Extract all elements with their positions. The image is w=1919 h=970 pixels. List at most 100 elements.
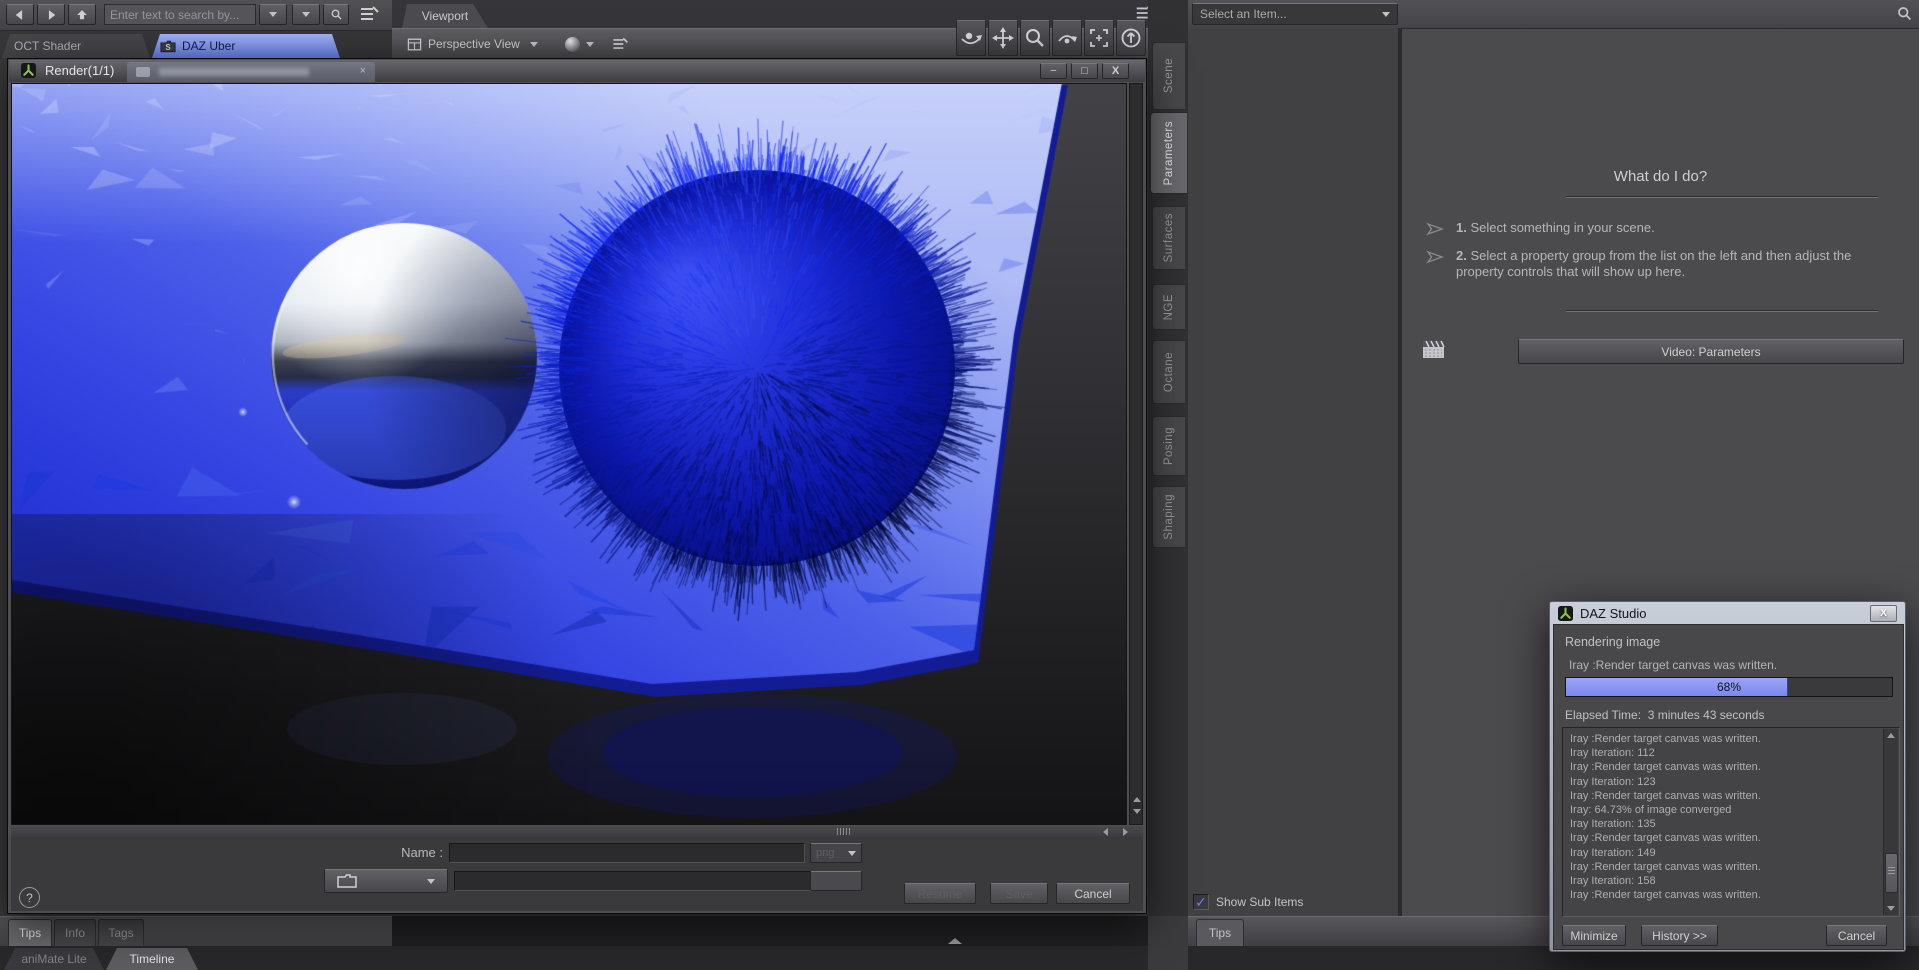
render-name-input[interactable]	[449, 843, 805, 863]
search-input[interactable]	[104, 4, 256, 25]
pane-collapse-handle[interactable]	[948, 938, 962, 944]
image-vscrollbar[interactable]	[1129, 83, 1143, 825]
dialog-history-button[interactable]: History >>	[1641, 925, 1718, 946]
ghost-tab-icon	[136, 67, 150, 77]
view-selector[interactable]: Perspective View	[400, 32, 550, 56]
tab-oct-shader[interactable]: OCT Shader	[2, 34, 150, 58]
folder-browse-button[interactable]	[324, 869, 448, 893]
show-sub-items-label: Show Sub Items	[1216, 895, 1304, 909]
browse-secondary-button[interactable]	[810, 871, 862, 891]
close-icon: X	[1111, 65, 1120, 77]
help-button[interactable]: ?	[19, 887, 40, 908]
tab-tags[interactable]: Tags	[98, 919, 144, 946]
progress-dialog: DAZ Studio X Rendering image Iray :Rende…	[1549, 601, 1906, 952]
item-selector[interactable]: Select an Item...	[1192, 3, 1398, 25]
pane-search-icon[interactable]	[1896, 5, 1913, 22]
pan-tool-button[interactable]	[988, 20, 1018, 56]
vscroll-down-arrow[interactable]	[1133, 809, 1141, 814]
pane-options-icon[interactable]	[358, 3, 380, 25]
vscroll-up-arrow[interactable]	[1133, 797, 1141, 802]
daz-studio-app: OCT Shader S DAZ Uber Viewport Perspecti…	[0, 0, 1919, 970]
side-tab-octane[interactable]: Octane	[1152, 340, 1185, 404]
viewport-menu-icon[interactable]	[610, 35, 630, 53]
hscroll-right-arrow[interactable]	[1123, 828, 1128, 836]
format-label: png	[816, 847, 835, 859]
splitter-grip	[837, 828, 851, 835]
tab-tips[interactable]: Tips	[8, 919, 52, 946]
filter-dropdown-button[interactable]	[292, 4, 320, 25]
render-window-titlebar[interactable]: Render(1/1) × − □ X	[9, 60, 1145, 82]
tab-label: Timeline	[129, 952, 175, 966]
view-selector-label: Perspective View	[428, 37, 520, 51]
rotate-tool-button[interactable]	[1052, 20, 1082, 56]
dialog-cancel-button[interactable]: Cancel	[1826, 925, 1887, 946]
viewport-grid-icon	[407, 38, 422, 50]
image-form-splitter[interactable]	[11, 826, 1143, 837]
up-level-button[interactable]	[68, 4, 96, 25]
window-minimize-button[interactable]: −	[1040, 63, 1067, 79]
tab-timeline[interactable]: Timeline	[106, 948, 198, 970]
orbit-tool-button[interactable]	[956, 20, 986, 56]
step-arrow-icon	[1426, 222, 1445, 236]
shader-folder-icon: S	[160, 40, 176, 53]
side-tab-surfaces[interactable]: Surfaces	[1152, 206, 1185, 270]
dialog-minimize-button[interactable]: Minimize	[1562, 925, 1626, 946]
show-sub-items-checkbox[interactable]: ✓	[1193, 894, 1209, 910]
maximize-icon: □	[1081, 65, 1088, 77]
show-sub-items-row[interactable]: ✓ Show Sub Items	[1193, 894, 1303, 910]
dialog-titlebar[interactable]: DAZ Studio X	[1550, 602, 1905, 624]
frame-tool-button[interactable]	[1084, 20, 1114, 56]
side-tab-posing[interactable]: Posing	[1152, 416, 1185, 476]
tab-viewport[interactable]: Viewport	[402, 4, 488, 28]
save-button[interactable]: Save	[990, 883, 1048, 904]
check-icon: ✓	[1195, 894, 1207, 910]
left-arrow-icon	[15, 9, 23, 20]
side-tab-nge[interactable]: NGE	[1152, 284, 1185, 330]
svg-text:S: S	[165, 43, 171, 52]
aim-home-icon	[1121, 28, 1141, 48]
side-tab-parameters[interactable]: Parameters	[1150, 112, 1187, 194]
search-dropdown-button[interactable]	[259, 4, 287, 25]
dialog-close-button[interactable]: X	[1870, 604, 1897, 622]
button-label: Cancel	[1837, 928, 1876, 943]
scroll-thumb[interactable]	[1885, 853, 1898, 893]
zoom-tool-button[interactable]	[1020, 20, 1050, 56]
format-dropdown[interactable]: png	[810, 843, 862, 863]
side-tab-label: Octane	[1163, 351, 1175, 393]
render-cancel-button[interactable]: Cancel	[1056, 883, 1130, 904]
hscroll-left-arrow[interactable]	[1103, 828, 1108, 836]
button-label: Minimize	[1570, 928, 1618, 943]
back-button[interactable]	[6, 4, 34, 25]
tab-animate-lite[interactable]: aniMate Lite	[4, 948, 104, 970]
aim-home-button[interactable]	[1116, 20, 1146, 56]
log-scrollbar[interactable]	[1883, 729, 1898, 915]
viewport-nav-cluster	[956, 20, 1148, 56]
help-title: What do I do?	[1613, 168, 1708, 185]
progress-bar: 68%	[1565, 677, 1893, 697]
side-tab-scene[interactable]: Scene	[1152, 42, 1185, 110]
log-line: Iray :Render target canvas was written.	[1570, 733, 1761, 745]
folder-icon	[337, 874, 357, 888]
render-image-canvas[interactable]	[11, 83, 1127, 825]
tab-info[interactable]: Info	[54, 919, 96, 946]
divider-line	[1566, 310, 1878, 312]
window-close-button[interactable]: X	[1102, 63, 1129, 79]
side-tab-shaping[interactable]: Shaping	[1152, 486, 1185, 548]
render-path-input[interactable]	[454, 871, 812, 891]
resume-button[interactable]: Resume	[904, 883, 976, 904]
log-line: Iray :Render target canvas was written.	[1570, 789, 1761, 802]
drawstyle-button[interactable]	[556, 32, 602, 56]
minimize-icon: −	[1050, 65, 1057, 77]
scroll-up-arrow[interactable]	[1887, 733, 1895, 738]
video-clapperboard-icon	[1423, 340, 1445, 358]
window-maximize-button[interactable]: □	[1071, 63, 1098, 79]
tab-label: Info	[64, 926, 85, 940]
tab-daz-uber[interactable]: S DAZ Uber	[152, 34, 340, 58]
forward-button[interactable]	[37, 4, 65, 25]
help-step-2: 2. Select a property group from the list…	[1426, 248, 1894, 280]
search-go-button[interactable]	[323, 4, 349, 25]
tab-label: Tips	[1208, 926, 1232, 940]
video-parameters-button[interactable]: Video: Parameters	[1518, 339, 1904, 364]
scroll-down-arrow[interactable]	[1887, 906, 1895, 911]
tab-tips-right[interactable]: Tips	[1196, 919, 1244, 946]
